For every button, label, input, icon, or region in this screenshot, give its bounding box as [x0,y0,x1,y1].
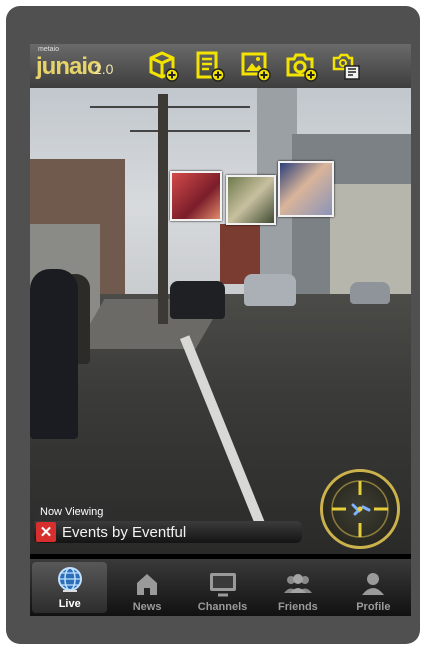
tv-icon [209,573,236,597]
logo-version: 2.0 [94,61,114,77]
logo-sub: metaio [38,46,60,53]
power-line [130,130,250,132]
app-logo: metaio junaio 2.0 [30,44,140,88]
tab-live[interactable]: Live [32,562,108,613]
add-photo-button[interactable] [278,47,324,85]
snapshot-button[interactable] [324,47,370,85]
ar-photo-marker[interactable] [226,175,276,225]
add-image-button[interactable] [232,47,278,85]
globe-icon [57,567,82,592]
friends-icon [283,574,312,593]
tab-channels[interactable]: Channels [185,559,260,616]
now-viewing-label: Now Viewing [34,504,110,520]
tab-friends[interactable]: Friends [260,559,335,616]
3d-box-add-icon [149,51,179,82]
add-3d-object-button[interactable] [140,47,186,85]
current-channel-bar[interactable]: ✕ Events by Eventful [34,521,302,543]
person-icon [362,573,385,595]
ar-photo-marker[interactable] [170,171,222,221]
tab-news[interactable]: News [109,559,184,616]
camera-add-icon [286,53,318,82]
tab-label: Channels [197,601,248,613]
utility-pole [158,94,168,324]
image-add-icon [241,52,271,82]
tab-label: News [132,601,162,613]
ar-photo-marker[interactable] [278,161,334,217]
compass-radar-icon [331,480,389,538]
add-note-button[interactable] [186,47,232,85]
tab-profile[interactable]: Profile [336,559,411,616]
car [170,281,225,319]
compass-radar[interactable] [320,469,400,549]
car [350,282,390,304]
tab-label: Live [58,598,81,610]
tab-label: Profile [356,601,391,613]
pedestrian [30,269,78,439]
close-channel-icon[interactable]: ✕ [36,522,56,542]
logo-text: junaio [36,53,102,80]
tab-label: Friends [278,601,318,613]
app-screen: metaio junaio 2.0 Now Viewing ✕ Events b… [30,44,411,616]
car [244,274,296,306]
power-line [90,106,250,108]
top-toolbar: metaio junaio 2.0 [30,44,411,88]
screenshot-icon [332,53,360,80]
tab-bar: Live News Channels Friends Profile [30,559,411,616]
channel-name: Events by Eventful [62,523,187,541]
text-note-add-icon [196,51,225,82]
home-icon [137,574,158,595]
